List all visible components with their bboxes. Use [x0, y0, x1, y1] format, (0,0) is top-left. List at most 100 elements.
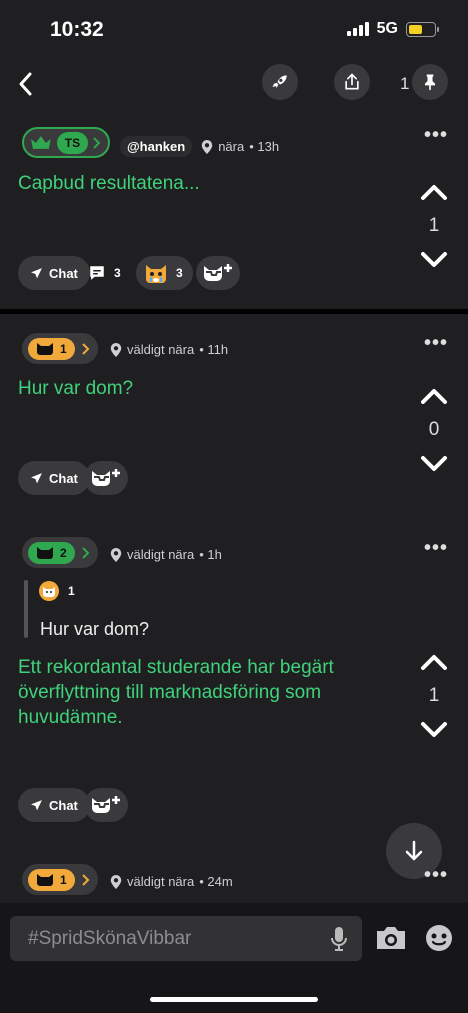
vote-count: 0 — [428, 419, 440, 440]
cat-icon — [37, 342, 53, 355]
camera-icon — [377, 927, 405, 949]
back-button[interactable] — [16, 70, 36, 103]
add-reaction-icon — [92, 796, 120, 813]
cat-icon — [37, 546, 53, 559]
face-icon — [426, 925, 452, 951]
cat-icon — [37, 873, 53, 886]
share-icon — [345, 73, 359, 90]
post-text: Ett rekordantal studerande har begärt öv… — [18, 657, 334, 728]
vote-count: 1 — [428, 215, 440, 236]
battery-icon — [406, 21, 439, 37]
chevron-right-icon — [93, 136, 101, 149]
post-text: Hur var dom? — [18, 378, 134, 399]
author-badge[interactable]: 1 — [22, 864, 98, 895]
vote-control: 1 — [414, 182, 454, 270]
vote-control: 1 — [414, 652, 454, 740]
reaction-count: 3 — [176, 266, 183, 280]
post-time: • 24m — [199, 874, 233, 889]
upvote-icon[interactable] — [419, 182, 449, 202]
location-pin-icon — [110, 874, 122, 889]
downvote-icon[interactable] — [419, 454, 449, 474]
pin-icon — [425, 74, 435, 91]
location-label: väldigt nära — [127, 874, 195, 889]
comment-icon — [90, 266, 104, 280]
vote-count: 1 — [428, 685, 440, 706]
comment-input[interactable]: #SpridSkönaVibbar — [10, 916, 362, 961]
chevron-right-icon — [81, 546, 90, 559]
comment-input-placeholder: #SpridSkönaVibbar — [28, 927, 192, 949]
chevron-right-icon — [81, 342, 90, 355]
quoted-author: 1 — [38, 580, 75, 602]
add-reaction-icon — [204, 264, 232, 281]
post-text: Capbud resultatena... — [18, 173, 200, 194]
add-reaction-button[interactable] — [84, 461, 128, 495]
badge-label: 1 — [60, 872, 67, 887]
quoted-text: Hur var dom? — [40, 619, 150, 639]
post-time: • 11h — [199, 342, 229, 357]
badge-pill: 2 — [28, 541, 75, 564]
badge-label: 2 — [60, 545, 67, 560]
section-divider — [0, 309, 468, 314]
add-reaction-icon — [92, 469, 120, 486]
location-pin-icon — [110, 342, 122, 357]
badge-label: 1 — [60, 341, 67, 356]
location-pin-icon — [201, 139, 213, 154]
more-options-icon[interactable]: ••• — [424, 537, 448, 560]
more-options-icon[interactable]: ••• — [424, 864, 448, 887]
location-label: väldigt nära — [127, 342, 195, 357]
home-indicator — [150, 997, 318, 1002]
crown-icon — [30, 135, 51, 149]
quote-bar — [24, 580, 28, 638]
author-badge[interactable]: 1 — [22, 333, 98, 364]
rocket-icon — [272, 75, 287, 88]
more-options-icon[interactable]: ••• — [424, 124, 448, 147]
location-label: nära — [218, 139, 245, 154]
send-icon — [31, 267, 42, 278]
add-reaction-button[interactable] — [196, 256, 240, 290]
chevron-left-icon — [19, 72, 32, 96]
vote-control: 0 — [414, 386, 454, 474]
post-time: • 1h — [199, 547, 222, 562]
post-meta: väldigt nära • 24m — [110, 874, 233, 889]
comment-count-value: 3 — [114, 266, 121, 280]
location-label: väldigt nära — [127, 547, 195, 562]
upvote-icon[interactable] — [419, 652, 449, 672]
channel-handle[interactable]: @hanken — [120, 136, 193, 157]
camera-button[interactable] — [374, 924, 408, 957]
pin-count: 1 — [400, 74, 410, 93]
network-label: 5G — [376, 20, 398, 37]
status-time: 10:32 — [50, 18, 104, 41]
more-options-icon[interactable]: ••• — [424, 332, 448, 355]
chat-label: Chat — [49, 265, 78, 281]
chat-button[interactable]: Chat — [18, 461, 90, 495]
arrow-down-icon — [405, 840, 423, 861]
upvote-icon[interactable] — [419, 386, 449, 406]
pin-button[interactable] — [412, 64, 448, 100]
badge-pill: 1 — [28, 337, 75, 360]
reaction-button[interactable]: 3 — [136, 256, 193, 290]
downvote-icon[interactable] — [419, 720, 449, 740]
chevron-right-icon — [81, 873, 90, 886]
post-time: • 13h — [249, 139, 280, 154]
badge-label: TS — [56, 131, 89, 154]
cat-avatar-icon — [39, 581, 59, 601]
chat-button[interactable]: Chat — [18, 256, 90, 290]
share-button[interactable] — [334, 64, 370, 100]
signal-icon — [346, 22, 369, 36]
send-icon — [31, 472, 42, 483]
comment-count[interactable]: 3 — [88, 264, 121, 282]
badge-pill: 1 — [28, 868, 75, 891]
add-reaction-button[interactable] — [84, 788, 128, 822]
author-badge[interactable]: 2 — [22, 537, 98, 568]
downvote-icon[interactable] — [419, 250, 449, 270]
crying-cat-icon — [146, 265, 166, 283]
avatar-button[interactable] — [424, 923, 454, 958]
author-badge[interactable]: TS — [22, 127, 110, 158]
microphone-icon[interactable] — [330, 926, 348, 952]
chat-label: Chat — [49, 797, 78, 813]
post-meta: @hanken nära • 13h — [120, 136, 279, 157]
send-icon — [31, 799, 42, 810]
post-meta: väldigt nära • 1h — [110, 547, 222, 562]
chat-button[interactable]: Chat — [18, 788, 90, 822]
boost-button[interactable] — [262, 64, 298, 100]
